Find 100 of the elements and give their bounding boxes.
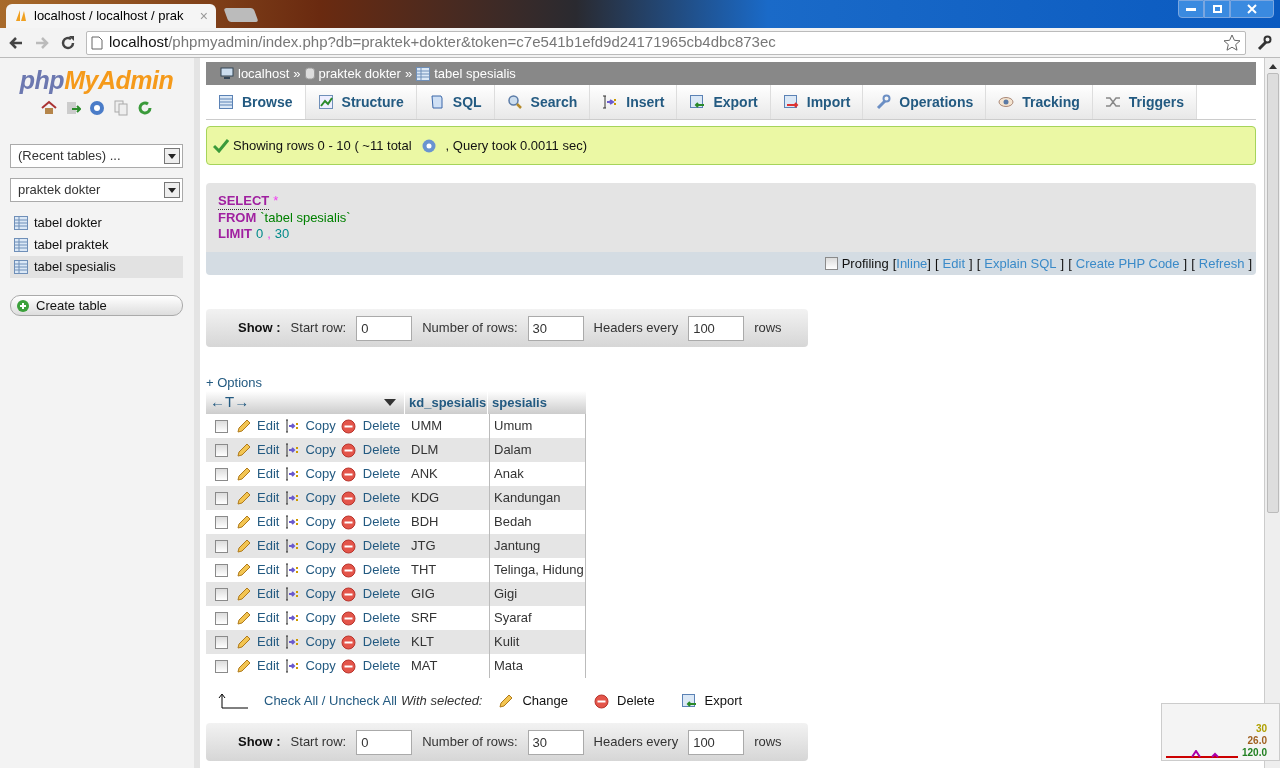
copy-link[interactable]: Copy [305,536,336,556]
copy-link[interactable]: Copy [305,608,336,628]
exit-icon[interactable] [64,100,81,116]
copy-link[interactable]: Copy [305,584,336,604]
row-count-field[interactable]: 30 [527,315,584,341]
star-icon[interactable] [1223,33,1241,52]
minimize-button[interactable] [1178,0,1204,18]
database-dropdown[interactable]: praktek dokter [10,178,183,202]
new-tab-button[interactable] [223,8,259,22]
row-checkbox[interactable] [214,659,228,673]
tab[interactable]: Search [494,85,591,119]
edit-link[interactable]: Edit [257,536,280,556]
home-icon[interactable] [40,100,57,116]
breadcrumb-link[interactable]: localhost [238,63,290,84]
edit-link[interactable]: Edit [257,632,280,652]
copy-link[interactable]: Copy [305,656,336,676]
row-checkbox[interactable] [214,635,228,649]
row-checkbox[interactable] [214,611,228,625]
breadcrumb-link[interactable]: praktek dokter [318,63,401,84]
delete-link[interactable]: Delete [362,632,401,652]
delete-link[interactable]: Delete [362,440,401,460]
sql-operator: * [273,193,279,210]
row-checkbox[interactable] [214,587,228,601]
reload-icon[interactable] [60,34,76,51]
dropdown-caret-icon[interactable] [384,399,396,406]
copy-link[interactable]: Copy [305,440,336,460]
copy-link[interactable]: Copy [305,416,336,436]
delete-link[interactable]: Delete [362,608,401,628]
change-button[interactable]: Change [498,691,569,711]
copy-link[interactable]: Copy [305,464,336,484]
close-button[interactable] [1230,0,1274,18]
tab[interactable]: Triggers [1092,85,1198,119]
scroll-up-icon[interactable] [1268,64,1277,69]
tab[interactable]: Export [677,85,771,119]
delete-button[interactable]: Delete [594,691,655,711]
tab[interactable]: Import [770,85,864,119]
row-checkbox[interactable] [214,443,228,457]
row-checkbox[interactable] [214,539,228,553]
row-checkbox[interactable] [214,515,228,529]
check-all-link[interactable]: Check All / Uncheck All [264,691,397,711]
tab[interactable]: Insert [590,85,678,119]
tab[interactable]: Structure [305,85,417,119]
table-link[interactable]: tabel praktek [10,234,183,256]
headers-field[interactable]: 100 [688,315,745,341]
table-link[interactable]: tabel dokter [10,212,183,234]
delete-link[interactable]: Delete [362,536,401,556]
edit-link[interactable]: Edit [257,656,280,676]
wrench-icon[interactable] [1256,34,1272,51]
edit-link[interactable]: Edit [257,584,280,604]
address-bar[interactable]: localhost/phpmyadmin/index.php?db=praktek+dokter&token=c7e541b1efd9d24171965cb4dbc873ec [86,30,1246,55]
back-icon[interactable] [8,34,24,51]
edit-link[interactable]: Edit [257,488,280,508]
edit-link[interactable]: Edit [257,464,280,484]
profiling-checkbox[interactable] [824,257,838,270]
delete-link[interactable]: Delete [362,560,401,580]
tab[interactable]: SQL [416,85,495,119]
insert-icon [602,94,619,110]
delete-link[interactable]: Delete [362,656,401,676]
breadcrumb-link[interactable]: tabel spesialis [434,63,516,84]
edit-link[interactable]: Edit [257,608,280,628]
delete-link[interactable]: Delete [362,488,401,508]
start-row-field[interactable]: 0 [356,729,413,755]
copy-link[interactable]: Copy [305,512,336,532]
search-icon [506,94,523,110]
tab[interactable]: Tracking [986,85,1093,119]
row-checkbox[interactable] [214,563,228,577]
delete-link[interactable]: Delete [362,464,401,484]
rows-label: rows [754,319,782,338]
row-count-field[interactable]: 30 [527,729,584,755]
export-button[interactable]: Export [680,691,743,711]
options-link[interactable]: + Options [206,375,262,391]
browser-tab[interactable]: localhost / localhost / prak × [6,4,216,28]
tab[interactable]: Operations [863,85,987,119]
restore-button[interactable] [1204,0,1230,18]
copy-link[interactable]: Copy [305,560,336,580]
copy-link[interactable]: Copy [305,632,336,652]
column-resize-arrows[interactable]: ←T→ [210,391,250,414]
edit-link[interactable]: Edit [257,512,280,532]
insert-icon [284,466,301,482]
delete-link[interactable]: Delete [362,584,401,604]
row-checkbox[interactable] [214,419,228,433]
forward-icon[interactable] [34,34,50,51]
start-row-field[interactable]: 0 [356,315,413,341]
delete-link[interactable]: Delete [362,416,401,436]
create-table-button[interactable]: Create table [10,295,183,316]
computer-icon [220,67,234,80]
row-checkbox[interactable] [214,467,228,481]
headers-field[interactable]: 100 [688,729,745,755]
table-link[interactable]: tabel spesialis [10,256,183,278]
headers-label: Headers every [593,319,679,338]
documents-icon[interactable] [112,100,129,116]
edit-link[interactable]: Edit [257,560,280,580]
copy-link[interactable]: Copy [305,488,336,508]
row-checkbox[interactable] [214,491,228,505]
recent-tables-dropdown[interactable]: (Recent tables) ... [10,144,183,168]
pencil-icon [236,538,252,554]
edit-link[interactable]: Edit [257,416,280,436]
edit-link[interactable]: Edit [257,440,280,460]
column-header[interactable]: spesialis [488,391,584,414]
delete-link[interactable]: Delete [362,512,401,532]
